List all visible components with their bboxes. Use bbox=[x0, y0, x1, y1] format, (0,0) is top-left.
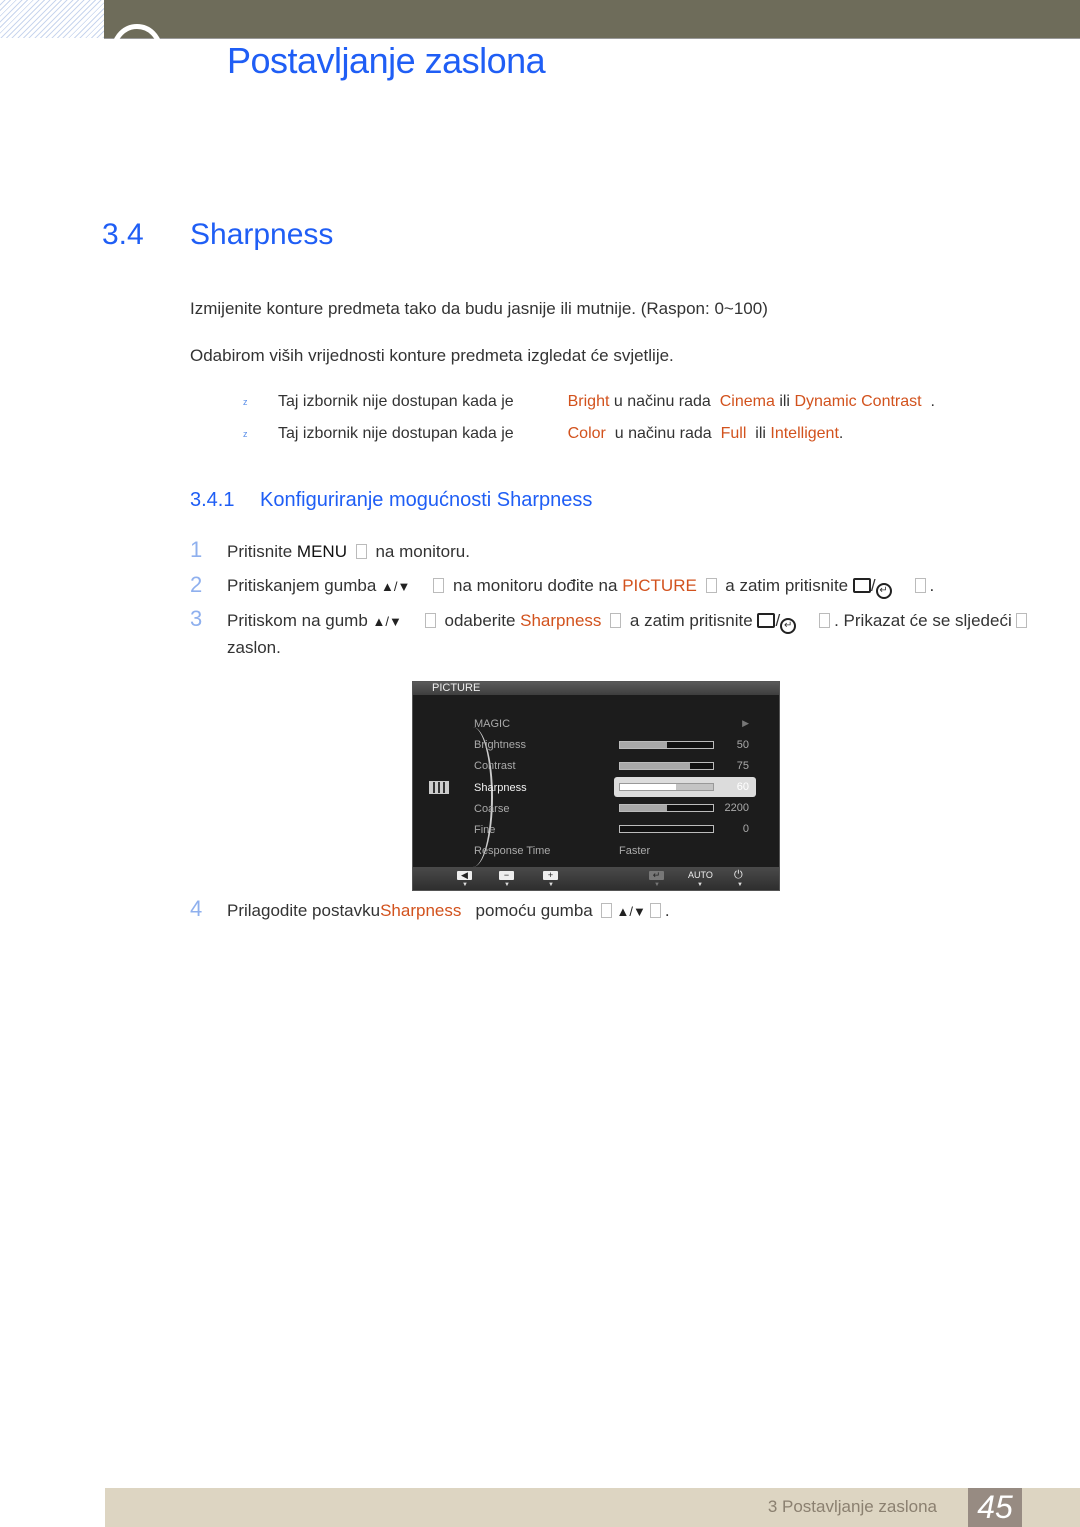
subsection-number: 3.4.1 bbox=[190, 489, 235, 511]
missing-glyph-icon bbox=[601, 903, 613, 918]
osd-title: PICTURE bbox=[413, 682, 779, 695]
note-bullet-icon: z bbox=[243, 396, 248, 407]
sharpness-bar[interactable] bbox=[619, 783, 714, 791]
step-3: Pritiskom na gumb ▲/▼ odaberite Sharpnes… bbox=[227, 611, 1031, 634]
picture-menu-icon bbox=[429, 781, 449, 794]
section-number: 3.4 bbox=[102, 218, 144, 251]
sharpness-value: 60 bbox=[736, 781, 749, 793]
osd-item-fine[interactable]: Fine bbox=[474, 824, 495, 836]
enter-icon: ↵ bbox=[780, 618, 797, 634]
osd-item-contrast[interactable]: Contrast bbox=[474, 760, 516, 772]
contrast-value: 75 bbox=[736, 760, 749, 772]
note-bullet-icon: z bbox=[243, 428, 248, 439]
left-button-icon[interactable]: ◀ bbox=[457, 871, 472, 880]
osd-item-response-time[interactable]: Response Time bbox=[474, 845, 550, 857]
coarse-bar[interactable] bbox=[619, 804, 714, 812]
step-number: 4 bbox=[190, 896, 203, 921]
up-down-arrows-icon: ▲/▼ bbox=[372, 614, 402, 629]
missing-glyph-icon bbox=[914, 578, 926, 593]
osd-item-coarse[interactable]: Coarse bbox=[474, 803, 509, 815]
fine-bar[interactable] bbox=[619, 825, 714, 833]
coarse-value: 2200 bbox=[724, 802, 749, 814]
down-arrow-icon: ▼ bbox=[462, 882, 468, 888]
enter-icon: ↵ bbox=[875, 583, 892, 599]
fine-value: 0 bbox=[742, 823, 749, 835]
page-footer: 3 Postavljanje zaslona bbox=[105, 1488, 1080, 1527]
down-arrow-icon: ▼ bbox=[697, 882, 703, 888]
keyword: Cinema bbox=[719, 393, 775, 410]
keyword: Sharpness bbox=[520, 611, 602, 630]
keyword: Color bbox=[567, 425, 606, 442]
step-4: Prilagodite postavkuSharpness pomoću gum… bbox=[227, 901, 670, 920]
section-title: Sharpness bbox=[190, 218, 334, 251]
missing-glyph-icon bbox=[610, 613, 622, 628]
intro-paragraph-2: Odabirom viših vrijednosti konture predm… bbox=[190, 346, 674, 365]
contrast-bar[interactable] bbox=[619, 762, 714, 770]
menu-key: MENU bbox=[296, 542, 347, 561]
power-icon[interactable]: ⏻ bbox=[734, 869, 743, 882]
note-item: z Taj izbornik nije dostupan kada je Colo… bbox=[243, 425, 844, 442]
missing-glyph-icon bbox=[705, 578, 717, 593]
up-down-arrows-icon: ▲/▼ bbox=[381, 579, 411, 594]
subsection-title: Konfiguriranje mogućnosti Sharpness bbox=[260, 489, 593, 511]
footer-chapter-label: 3 Postavljanje zaslona bbox=[767, 1497, 937, 1516]
missing-glyph-icon bbox=[433, 578, 445, 593]
minus-button-icon[interactable]: − bbox=[499, 871, 514, 880]
missing-glyph-icon bbox=[819, 613, 831, 628]
auto-button[interactable]: AUTO bbox=[688, 870, 713, 880]
keyword: Sharpness bbox=[380, 901, 462, 920]
keyword: Dynamic Contrast bbox=[794, 393, 922, 410]
keyword: Intelligent bbox=[770, 425, 839, 442]
keyword: Bright bbox=[567, 393, 610, 410]
osd-item-brightness[interactable]: Brightness bbox=[474, 739, 526, 751]
down-arrow-icon: ▼ bbox=[737, 882, 743, 888]
keyword: Full bbox=[720, 425, 747, 442]
arrow-right-icon: ▶ bbox=[742, 718, 749, 728]
step-number: 1 bbox=[190, 537, 203, 562]
plus-button-icon[interactable]: + bbox=[543, 871, 558, 880]
down-arrow-icon: ▼ bbox=[504, 882, 510, 888]
header-bar bbox=[104, 0, 1080, 39]
brightness-value: 50 bbox=[736, 739, 749, 751]
osd-item-sharpness[interactable]: Sharpness bbox=[474, 782, 527, 794]
chapter-circle-icon bbox=[112, 24, 162, 44]
sharpness-highlight[interactable] bbox=[614, 777, 756, 797]
source-button-icon bbox=[757, 613, 776, 628]
note-item: z Taj izbornik nije dostupan kada je Brig… bbox=[243, 393, 935, 410]
intro-paragraph-1: Izmijenite konture predmeta tako da budu… bbox=[190, 299, 768, 318]
response-time-value: Faster bbox=[619, 845, 651, 857]
missing-glyph-icon bbox=[1015, 613, 1027, 628]
osd-picture-menu: PICTURE MAGIC ▶ Brightness 50 Contrast 7… bbox=[412, 681, 780, 891]
missing-glyph-icon bbox=[355, 544, 367, 559]
page-number: 45 bbox=[968, 1488, 1022, 1527]
keyword: PICTURE bbox=[622, 576, 697, 595]
down-arrow-icon: ▼ bbox=[548, 882, 554, 888]
enter-button-icon[interactable]: ↵ bbox=[649, 871, 664, 880]
osd-item-magic[interactable]: MAGIC bbox=[474, 718, 510, 730]
chapter-title: Postavljanje zaslona bbox=[227, 40, 546, 81]
missing-glyph-icon bbox=[424, 613, 436, 628]
brightness-bar[interactable] bbox=[619, 741, 714, 749]
osd-button-bar: ◀ ▼ − ▼ + ▼ ↵ ▼ AUTO ▼ ⏻ ▼ bbox=[413, 867, 779, 890]
source-button-icon bbox=[852, 578, 871, 593]
step-number: 3 bbox=[190, 606, 203, 631]
down-arrow-icon: ▼ bbox=[654, 882, 660, 888]
step-2: Pritiskanjem gumba ▲/▼ na monitoru dođit… bbox=[227, 576, 934, 599]
step-1: Pritisnite MENU na monitoru. bbox=[227, 542, 470, 561]
step-3-continuation: zaslon. bbox=[227, 638, 281, 657]
header-hatch-decoration bbox=[0, 0, 104, 38]
up-down-arrows-icon: ▲/▼ bbox=[616, 904, 646, 919]
step-number: 2 bbox=[190, 572, 203, 597]
missing-glyph-icon bbox=[649, 903, 661, 918]
